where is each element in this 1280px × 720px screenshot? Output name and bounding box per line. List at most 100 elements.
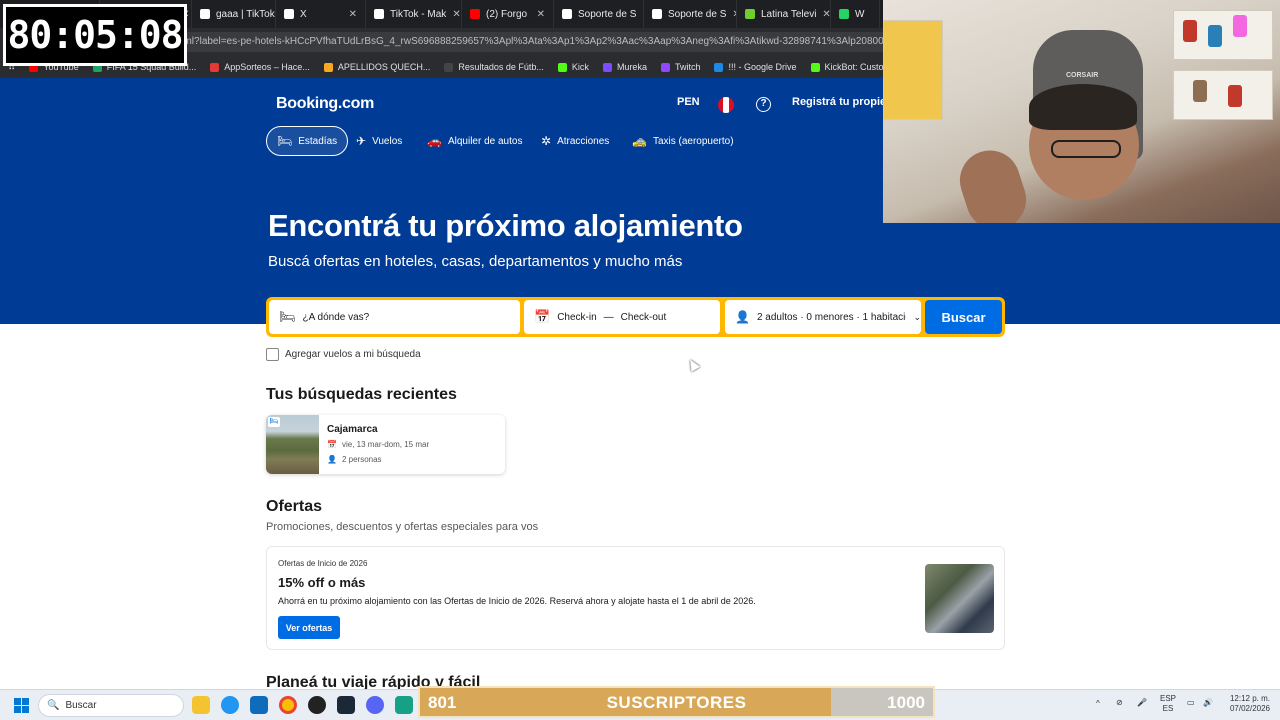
- subscriber-goal: 1000: [887, 693, 925, 712]
- plane-icon: ✈: [356, 134, 367, 148]
- tray-chevron-icon[interactable]: ^: [1096, 699, 1100, 709]
- offer-description: Ahorrá en tu próximo alojamiento con las…: [278, 596, 756, 606]
- clock[interactable]: 12:12 p. m. 07/02/2026: [1222, 694, 1270, 714]
- nav-tab-label: Estadías: [298, 135, 338, 147]
- tab-label: gaaa | TikTok: [216, 8, 275, 20]
- browser-tab[interactable]: X ✕: [276, 0, 366, 28]
- offers-title: Ofertas: [266, 498, 323, 515]
- browser-tab[interactable]: (2) Forgo ✕: [462, 0, 554, 28]
- taskbar-search[interactable]: 🔍 Buscar: [38, 694, 184, 717]
- tab-favicon-icon: [284, 9, 294, 19]
- bookmark-item[interactable]: Twitch: [660, 62, 701, 72]
- windows-start-icon[interactable]: [14, 698, 29, 713]
- bookmark-favicon-icon: [210, 62, 220, 72]
- checkin-label: Check-in: [557, 311, 597, 323]
- tab-favicon-icon: [745, 9, 755, 19]
- bookmark-item[interactable]: APELLIDOS QUECH...: [323, 62, 430, 72]
- browser-tab[interactable]: TikTok - Mak ✕: [366, 0, 462, 28]
- file-explorer-icon[interactable]: [192, 696, 210, 714]
- bookmark-favicon-icon: [444, 62, 454, 72]
- microphone-icon[interactable]: 🎤: [1137, 698, 1147, 708]
- recent-people: 👤 2 personas: [327, 455, 382, 464]
- tab-label: Soporte de S: [668, 8, 727, 20]
- language-indicator[interactable]: ESP ES: [1160, 694, 1176, 714]
- search-button[interactable]: Buscar: [925, 300, 1002, 334]
- search-icon: 🔍: [47, 700, 60, 711]
- close-tab-icon[interactable]: ✕: [822, 9, 830, 20]
- bookmark-label: Kick: [571, 62, 589, 72]
- booking-logo[interactable]: Booking.com: [276, 95, 374, 113]
- bookmark-label: Twitch: [674, 62, 701, 72]
- nav-tab[interactable]: 🛏 Estadías: [266, 126, 349, 156]
- subscriber-label: SUSCRIPTORES: [606, 693, 747, 712]
- store-icon[interactable]: [250, 696, 268, 714]
- subscriber-goal-bar: 801 SUSCRIPTORES 1000: [418, 686, 935, 718]
- close-tab-icon[interactable]: ✕: [537, 9, 545, 20]
- bookmark-item[interactable]: Resultados de Fútb...: [444, 62, 544, 72]
- calendar-icon: 📅: [327, 440, 337, 449]
- nav-tab[interactable]: ✈ Vuelos: [346, 126, 412, 156]
- car-icon: 🚗: [427, 134, 442, 148]
- destination-placeholder: ¿A dónde vas?: [302, 311, 370, 323]
- browser-tab[interactable]: Latina Televi ✕: [737, 0, 831, 28]
- add-flights-label: Agregar vuelos a mi búsqueda: [285, 349, 421, 360]
- person-icon: 👤: [327, 455, 337, 464]
- browser-tab[interactable]: gaaa | TikTok✕: [192, 0, 276, 28]
- guests-summary: 2 adultos · 0 menores · 1 habitación: [756, 311, 907, 323]
- steam-icon[interactable]: [337, 696, 355, 714]
- close-tab-icon[interactable]: ✕: [452, 9, 460, 20]
- webcam-overlay: CORSAIR: [883, 0, 1280, 223]
- volume-icon[interactable]: 🔊: [1203, 698, 1213, 708]
- destination-field[interactable]: 🛏 ¿A dónde vas?: [269, 300, 520, 334]
- calendar-icon: 📅: [534, 309, 551, 324]
- question-circle-icon[interactable]: ?: [756, 97, 771, 112]
- recent-search-card[interactable]: 🛏 Cajamarca 📅 vie, 13 mar-dom, 15 mar 👤 …: [266, 415, 505, 474]
- nav-tab[interactable]: ✲ Atracciones: [531, 126, 619, 156]
- tab-favicon-icon: [374, 9, 384, 19]
- nav-tab[interactable]: 🚗 Alquiler de autos: [417, 126, 532, 156]
- tab-label: Latina Televi: [761, 8, 817, 20]
- nav-tab-label: Atracciones: [557, 135, 610, 147]
- search-bar: 🛏 ¿A dónde vas? 📅 Check-in — Check-out 👤…: [266, 297, 1005, 337]
- browser-tab[interactable]: W: [831, 0, 880, 28]
- tab-label: Soporte de S: [578, 8, 637, 20]
- chevron-down-icon: ⌄: [913, 311, 921, 322]
- tab-favicon-icon: [470, 9, 480, 19]
- tab-favicon-icon: [839, 9, 849, 19]
- tab-favicon-icon: [200, 9, 210, 19]
- url-input[interactable]: ...m/index.es-ar.html?label=es-pe-hotels…: [94, 32, 914, 52]
- bookmark-label: AppSorteos – Hace...: [224, 62, 310, 72]
- obs-icon[interactable]: [308, 696, 326, 714]
- bookmark-item[interactable]: AppSorteos – Hace...: [210, 62, 310, 72]
- discord-icon[interactable]: [366, 696, 384, 714]
- bookmark-item[interactable]: !!! - Google Drive: [714, 62, 797, 72]
- bookmark-item[interactable]: Kick: [557, 62, 589, 72]
- mouse-cursor: [685, 357, 701, 372]
- guests-field[interactable]: 👤 2 adultos · 0 menores · 1 habitación ⌄: [725, 300, 921, 334]
- add-flights-option[interactable]: Agregar vuelos a mi búsqueda: [266, 348, 421, 361]
- close-tab-icon[interactable]: ✕: [349, 9, 357, 20]
- recent-city: Cajamarca: [327, 424, 378, 435]
- offer-label: Ofertas de Inicio de 2026: [278, 559, 368, 568]
- add-flights-checkbox[interactable]: [266, 348, 279, 361]
- network-off-icon[interactable]: ⊘: [1116, 698, 1123, 708]
- dates-field[interactable]: 📅 Check-in — Check-out: [524, 300, 720, 334]
- bookmark-favicon-icon: [602, 62, 612, 72]
- offers-subtitle: Promociones, descuentos y ofertas especi…: [266, 521, 539, 533]
- view-offers-button[interactable]: Ver ofertas: [278, 616, 340, 639]
- language-flag-icon[interactable]: [718, 97, 734, 113]
- recent-dates: 📅 vie, 13 mar-dom, 15 mar: [327, 440, 429, 449]
- browser-tab[interactable]: Soporte de S✕: [644, 0, 737, 28]
- hero-subtitle: Buscá ofertas en hoteles, casas, departa…: [268, 253, 683, 270]
- bookmark-item[interactable]: Mureka: [602, 62, 647, 72]
- browser-tab[interactable]: Soporte de S✕: [554, 0, 644, 28]
- app-icon[interactable]: [395, 696, 413, 714]
- nav-tab[interactable]: 🚕 Taxis (aeropuerto): [622, 126, 744, 156]
- currency-selector[interactable]: PEN: [677, 96, 700, 108]
- chrome-icon[interactable]: [279, 696, 297, 714]
- edge-icon[interactable]: [221, 696, 239, 714]
- recent-searches-title: Tus búsquedas recientes: [266, 386, 457, 403]
- chair-brand: CORSAIR: [1066, 72, 1099, 79]
- display-icon[interactable]: ▭: [1187, 698, 1195, 708]
- stream-timer: 80:05:08: [3, 4, 187, 66]
